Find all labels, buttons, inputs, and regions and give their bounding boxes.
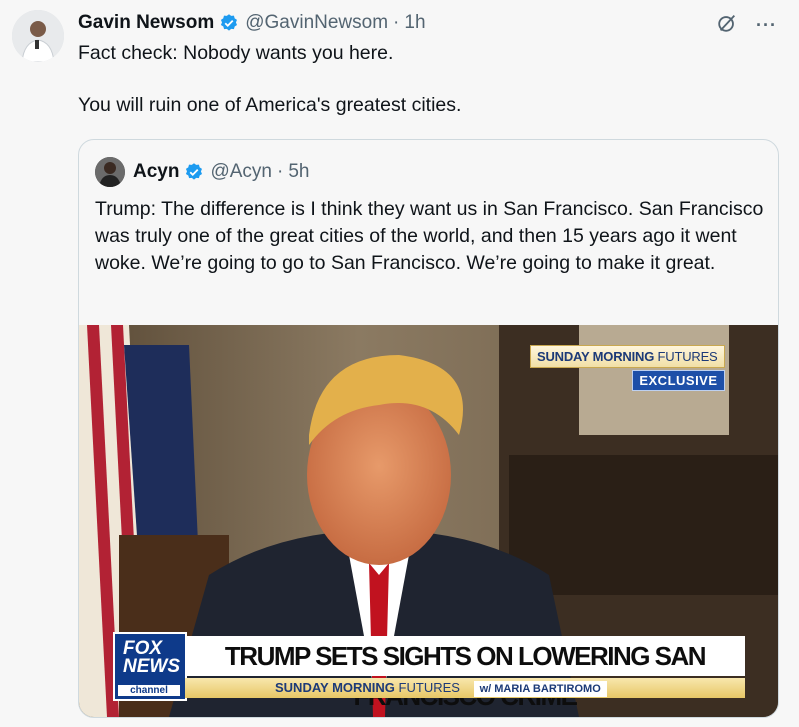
verified-badge-icon	[184, 162, 204, 182]
show-title-bold: SUNDAY MORNING	[537, 349, 655, 364]
sub-chyron-bold: SUNDAY MORNING	[275, 680, 395, 695]
exclusive-badge: EXCLUSIVE	[632, 370, 725, 391]
timestamp[interactable]: 1h	[404, 12, 425, 34]
tweet-actions-top: ···	[716, 12, 777, 39]
video-player[interactable]: SUNDAY MORNING FUTURES EXCLUSIVE FOX NEW…	[79, 325, 778, 717]
author-name[interactable]: Gavin Newsom	[78, 12, 214, 34]
quoted-tweet[interactable]: Acyn @Acyn · 5h Trump: The difference is…	[78, 139, 779, 718]
quoted-text: Trump: The difference is I think they wa…	[95, 198, 764, 274]
grok-icon[interactable]	[716, 12, 738, 39]
author-handle[interactable]: @GavinNewsom	[245, 12, 388, 34]
quoted-author-handle[interactable]: @Acyn	[210, 161, 272, 183]
separator-dot: ·	[277, 161, 284, 182]
quoted-timestamp[interactable]: 5h	[288, 161, 309, 183]
show-overlay: SUNDAY MORNING FUTURES EXCLUSIVE	[530, 345, 725, 391]
quoted-header: Acyn @Acyn · 5h	[133, 158, 309, 186]
show-title-light: FUTURES	[657, 349, 718, 364]
logo-text-channel: channel	[118, 685, 180, 696]
sub-chyron: SUNDAY MORNING FUTURES w/ MARIA BARTIROM…	[185, 678, 745, 698]
verified-badge-icon	[219, 13, 239, 33]
quoted-avatar[interactable]	[95, 157, 125, 187]
more-icon[interactable]: ···	[756, 15, 777, 36]
news-chyron: TRUMP SETS SIGHTS ON LOWERING SAN FRANCI…	[185, 636, 745, 711]
quoted-author-name[interactable]: Acyn	[133, 161, 179, 183]
separator-dot: ·	[393, 12, 400, 33]
sub-chyron-light: FUTURES	[398, 680, 460, 695]
show-title-badge: SUNDAY MORNING FUTURES	[530, 345, 725, 368]
avatar[interactable]	[12, 10, 64, 62]
fox-news-logo: FOX NEWS channel	[113, 632, 187, 701]
logo-text-news: NEWS	[123, 656, 180, 677]
tweet-header: Gavin Newsom @GavinNewsom · 1h	[78, 10, 426, 36]
tweet-text: Fact check: Nobody wants you here. You w…	[78, 42, 462, 116]
host-label: w/ MARIA BARTIROMO	[473, 681, 607, 697]
